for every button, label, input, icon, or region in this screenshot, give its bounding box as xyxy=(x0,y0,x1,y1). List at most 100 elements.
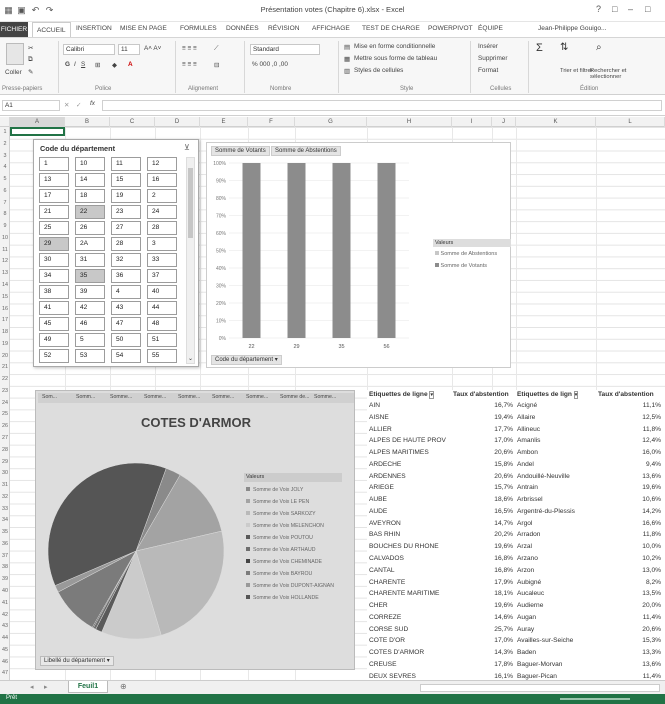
table-row[interactable]: CHARENTE MARITIME 18,1% xyxy=(369,589,515,601)
column-header[interactable]: A xyxy=(10,117,65,127)
table-row[interactable]: Andel 9,4% xyxy=(517,460,663,472)
filter-dropdown-icon[interactable]: ▾ xyxy=(573,391,579,399)
pie-chart[interactable]: Som... Somm... Somme... Somme... Somme... Som… xyxy=(35,390,355,670)
slicer-item[interactable]: 3 xyxy=(147,237,177,251)
row-header[interactable]: 24 xyxy=(0,398,10,410)
merge-icon[interactable]: ⊟ xyxy=(214,61,219,69)
slicer-item[interactable]: 38 xyxy=(39,285,69,299)
sheet-tab-feuil1[interactable]: Feuil1 xyxy=(68,681,108,693)
insert-button[interactable]: Insérer xyxy=(478,43,498,50)
row-header[interactable]: 47 xyxy=(0,668,10,680)
table-row[interactable]: Auray 20,6% xyxy=(517,625,663,637)
row-header[interactable]: 11 xyxy=(0,245,10,257)
tab-mise-en-page[interactable]: MISE EN PAGE xyxy=(120,25,167,32)
slicer-item[interactable]: 52 xyxy=(39,349,69,363)
sort-filter-button[interactable]: Trier et filtrer xyxy=(560,68,593,74)
horizontal-scrollbar[interactable] xyxy=(420,684,660,692)
slicer-item[interactable]: 29 xyxy=(39,237,69,251)
slicer-item[interactable]: 2A xyxy=(75,237,105,251)
formula-input[interactable] xyxy=(102,100,662,111)
ribbon-display-icon[interactable]: □ xyxy=(612,4,617,14)
table-row[interactable]: ALPES DE HAUTE PROV 17,0% xyxy=(369,436,515,448)
slicer-item[interactable]: 13 xyxy=(39,173,69,187)
column-header[interactable]: E xyxy=(200,117,248,127)
conditional-format-button[interactable]: Mise en forme conditionnelle xyxy=(354,43,435,50)
table-row[interactable]: AVEYRON 14,7% xyxy=(369,519,515,531)
table-row[interactable]: Audierne 20,0% xyxy=(517,601,663,613)
table-row[interactable]: Aubigné 8,2% xyxy=(517,578,663,590)
table-row[interactable]: AISNE 19,4% xyxy=(369,413,515,425)
tab-test-de-charge[interactable]: TEST DE CHARGE xyxy=(362,25,420,32)
slicer-item[interactable]: 4 xyxy=(111,285,141,299)
next-sheet-icon[interactable]: ▸ xyxy=(44,683,48,691)
filter-dropdown-icon[interactable]: ▾ xyxy=(429,391,434,399)
table-row[interactable]: BAS RHIN 20,2% xyxy=(369,530,515,542)
slicer-item[interactable]: 42 xyxy=(75,301,105,315)
slicer-item[interactable]: 51 xyxy=(147,333,177,347)
slicer-departement[interactable]: Code du département ⊻ 1 10 11 12 13 14 15 16 17 1… xyxy=(33,139,199,367)
help-icon[interactable]: ? xyxy=(596,4,601,14)
column-header[interactable]: H xyxy=(367,117,452,127)
slicer-item[interactable]: 33 xyxy=(147,253,177,267)
row-header[interactable]: 14 xyxy=(0,280,10,292)
row-header[interactable]: 22 xyxy=(0,374,10,386)
axis-field-button[interactable]: Libellé du département ▾ xyxy=(40,656,114,666)
dropdown-icon[interactable]: ▾ xyxy=(107,658,110,664)
row-header[interactable]: 45 xyxy=(0,645,10,657)
slicer-item[interactable]: 30 xyxy=(39,253,69,267)
column-header[interactable]: K xyxy=(516,117,596,127)
find-select-button[interactable]: Rechercher et sélectionner xyxy=(590,68,640,80)
confirm-icon[interactable]: ✓ xyxy=(76,101,81,109)
column-header[interactable]: I xyxy=(452,117,492,127)
slicer-item[interactable]: 27 xyxy=(111,221,141,235)
table-row[interactable]: Argentré-du-Plessis 14,2% xyxy=(517,507,663,519)
font-size-select[interactable]: 11 xyxy=(118,44,140,55)
table-row[interactable]: Baden 13,3% xyxy=(517,648,663,660)
row-header[interactable]: 2 xyxy=(0,139,10,151)
slicer-item[interactable]: 34 xyxy=(39,269,69,283)
column-header[interactable]: L xyxy=(596,117,665,127)
slicer-item[interactable]: 1 xyxy=(39,157,69,171)
table-row[interactable]: Allaire 12,5% xyxy=(517,413,663,425)
table-row[interactable]: ALLIER 17,7% xyxy=(369,425,515,437)
font-grow-icon[interactable]: A˄ A˅ xyxy=(144,45,161,52)
table-row[interactable]: COTE D'OR 17,0% xyxy=(369,636,515,648)
row-header[interactable]: 33 xyxy=(0,504,10,516)
slicer-item[interactable]: 55 xyxy=(147,349,177,363)
table-row[interactable]: CREUSE 17,8% xyxy=(369,660,515,672)
row-header[interactable]: 26 xyxy=(0,421,10,433)
scrollbar-thumb[interactable] xyxy=(188,168,193,238)
autosum-icon[interactable]: Σ xyxy=(536,42,543,54)
sort-filter-icon[interactable]: ⇅ xyxy=(560,42,568,53)
tab-equipe[interactable]: ÉQUIPE xyxy=(478,25,503,32)
table-row[interactable]: COTES D'ARMOR 14,3% xyxy=(369,648,515,660)
row-header[interactable]: 10 xyxy=(0,233,10,245)
row-header[interactable]: 12 xyxy=(0,256,10,268)
cut-icon[interactable]: ✂ xyxy=(28,44,33,52)
column-header[interactable]: C xyxy=(110,117,155,127)
table-row[interactable]: CORREZE 14,6% xyxy=(369,613,515,625)
slicer-item[interactable]: 47 xyxy=(111,317,141,331)
row-header[interactable]: 42 xyxy=(0,610,10,622)
find-icon[interactable]: ⌕ xyxy=(596,42,602,53)
table-row[interactable]: CHER 19,6% xyxy=(369,601,515,613)
slicer-item[interactable]: 35 xyxy=(75,269,105,283)
underline-icon[interactable]: S xyxy=(81,61,85,68)
table-row[interactable]: Andouillé-Neuville 13,6% xyxy=(517,472,663,484)
stacked-bar-chart[interactable]: Somme de Votants Somme de Abstentions 0%… xyxy=(206,142,511,368)
align-top-icon[interactable]: ≡ ≡ ≡ xyxy=(182,45,197,52)
row-header[interactable]: 3 xyxy=(0,151,10,163)
slicer-item[interactable]: 16 xyxy=(147,173,177,187)
slicer-item[interactable]: 48 xyxy=(147,317,177,331)
slicer-item[interactable]: 39 xyxy=(75,285,105,299)
slicer-item[interactable]: 53 xyxy=(75,349,105,363)
table-row[interactable]: Arbrissel 10,6% xyxy=(517,495,663,507)
row-header[interactable]: 32 xyxy=(0,492,10,504)
slicer-item[interactable]: 12 xyxy=(147,157,177,171)
row-header[interactable]: 28 xyxy=(0,445,10,457)
chevron-down-icon[interactable]: ⌄ xyxy=(188,355,193,362)
zoom-slider[interactable] xyxy=(560,698,630,700)
column-header[interactable]: B xyxy=(65,117,110,127)
clear-filter-icon[interactable]: ⊻ xyxy=(184,143,190,152)
slicer-item[interactable]: 26 xyxy=(75,221,105,235)
